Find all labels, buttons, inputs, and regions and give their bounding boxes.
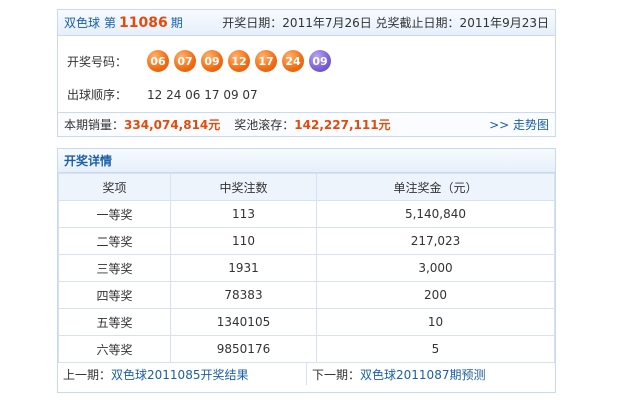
next-label: 下一期： <box>312 367 361 382</box>
prize-amount: 3,000 <box>316 254 555 282</box>
winning-numbers-row: 开奖号码： 06 07 09 12 17 24 09 <box>67 50 336 72</box>
game-name: 双色球 <box>64 16 101 30</box>
winner-count: 1340105 <box>170 308 317 336</box>
prize-amount: 200 <box>316 281 555 309</box>
column-header: 中奖注数 <box>170 173 317 201</box>
red-ball: 12 <box>228 50 250 72</box>
table-row: 六等奖 9850176 5 <box>58 335 555 363</box>
prev-issue: 上一期： 双色球2011085开奖结果 <box>58 363 307 385</box>
issue-navigation: 上一期： 双色球2011085开奖结果 下一期： 双色球2011087期预测 <box>58 363 555 385</box>
red-ball: 09 <box>201 50 223 72</box>
table-row: 一等奖 113 5,140,840 <box>58 200 555 228</box>
red-ball: 24 <box>282 50 304 72</box>
winner-count: 113 <box>170 200 317 228</box>
prize-table: 奖项 中奖注数 单注奖金（元） 一等奖 113 5,140,840 二等奖 11… <box>58 173 555 363</box>
order-label: 出球顺序： <box>67 88 128 102</box>
column-header: 奖项 <box>58 173 171 201</box>
sales-label: 本期销量： <box>64 118 125 132</box>
prize-level: 二等奖 <box>58 227 171 255</box>
trend-chart-link[interactable]: >> 走势图 <box>489 116 549 133</box>
red-ball: 06 <box>147 50 169 72</box>
issue-number: 11086 <box>119 14 168 31</box>
issue-suffix: 期 <box>170 16 183 30</box>
prize-amount: 5 <box>316 335 555 363</box>
prev-label: 上一期： <box>63 367 112 382</box>
prev-issue-link[interactable]: 双色球2011085开奖结果 <box>111 366 248 383</box>
sales-value: 334,074,814元 <box>124 118 221 132</box>
table-row: 四等奖 78383 200 <box>58 281 555 309</box>
next-issue-link[interactable]: 双色球2011087期预测 <box>360 366 485 383</box>
prize-amount: 5,140,840 <box>316 200 555 228</box>
prize-level: 五等奖 <box>58 308 171 336</box>
prize-level: 三等奖 <box>58 254 171 282</box>
prize-level: 一等奖 <box>58 200 171 228</box>
winner-count: 9850176 <box>170 335 317 363</box>
sales-summary: 本期销量： 334,074,814元 奖池滚存： 142,227,111元 >>… <box>58 112 555 136</box>
pool-label: 奖池滚存： <box>234 118 295 132</box>
table-header: 奖项 中奖注数 单注奖金（元） <box>58 173 555 201</box>
table-row: 五等奖 1340105 10 <box>58 308 555 336</box>
detail-title: 开奖详情 <box>64 154 113 168</box>
table-row: 三等奖 1931 3,000 <box>58 254 555 282</box>
draw-order: 12 24 06 17 09 07 <box>147 87 258 102</box>
period-label: 第 <box>104 16 117 30</box>
blue-ball: 09 <box>309 50 331 72</box>
next-issue: 下一期： 双色球2011087期预测 <box>307 363 555 385</box>
draw-dates: 开奖日期：2011年7月26日 兑奖截止日期：2011年9月23日 <box>222 16 549 30</box>
red-ball: 07 <box>174 50 196 72</box>
pool-value: 142,227,111元 <box>294 118 391 132</box>
red-ball: 17 <box>255 50 277 72</box>
prize-detail-panel: 开奖详情 奖项 中奖注数 单注奖金（元） 一等奖 113 5,140,840 二… <box>57 148 556 393</box>
winner-count: 110 <box>170 227 317 255</box>
prize-amount: 10 <box>316 308 555 336</box>
table-row: 二等奖 110 217,023 <box>58 227 555 255</box>
column-header: 单注奖金（元） <box>316 173 555 201</box>
draw-order-row: 出球顺序： 12 24 06 17 09 07 <box>67 86 258 103</box>
numbers-label: 开奖号码： <box>67 54 128 69</box>
draw-header: 双色球 第 11086 期 开奖日期：2011年7月26日 兑奖截止日期：201… <box>58 10 555 36</box>
prize-level: 四等奖 <box>58 281 171 309</box>
prize-level: 六等奖 <box>58 335 171 363</box>
draw-info-panel: 双色球 第 11086 期 开奖日期：2011年7月26日 兑奖截止日期：201… <box>57 9 556 137</box>
prize-amount: 217,023 <box>316 227 555 255</box>
detail-header: 开奖详情 <box>58 149 555 173</box>
winner-count: 78383 <box>170 281 317 309</box>
winner-count: 1931 <box>170 254 317 282</box>
